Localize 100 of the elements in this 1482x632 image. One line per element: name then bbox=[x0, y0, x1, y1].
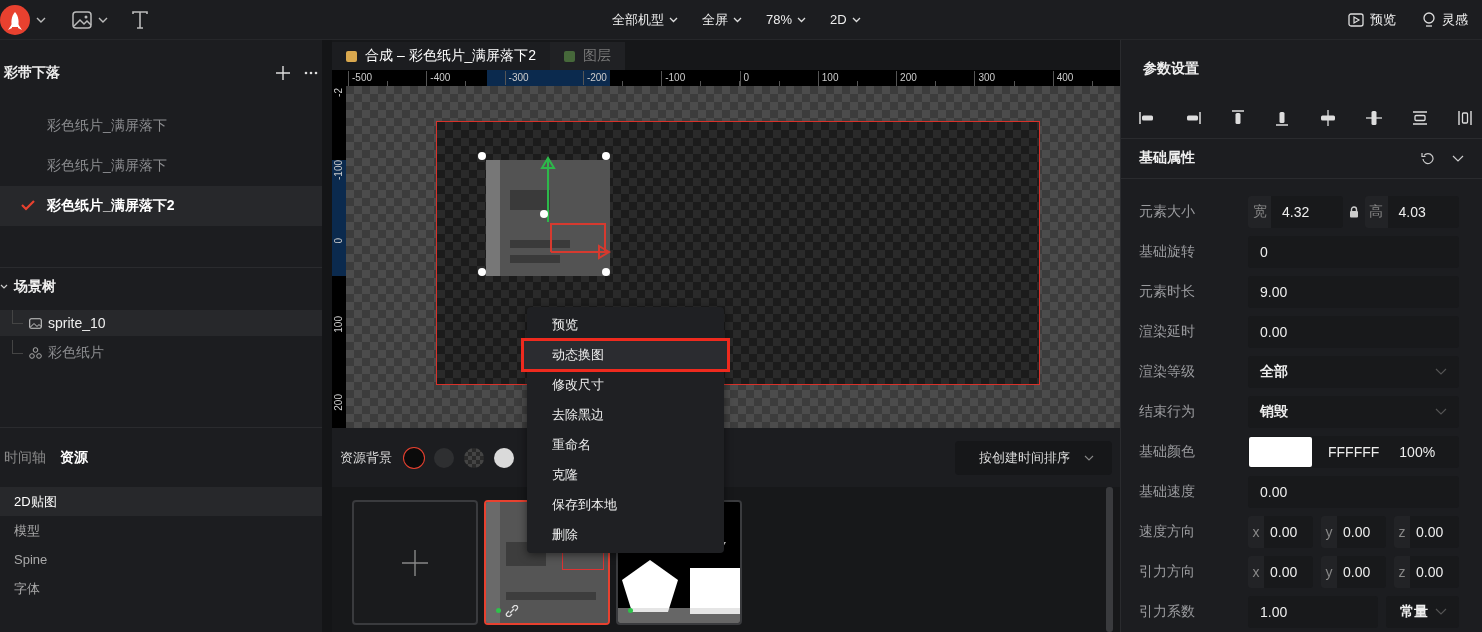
ruler-label: 0 bbox=[739, 71, 750, 85]
align-right-icon[interactable] bbox=[1185, 110, 1202, 125]
caret-icon[interactable] bbox=[98, 16, 108, 23]
align-middle-icon[interactable] bbox=[1319, 109, 1336, 126]
toolbar-dropdown[interactable]: 全屏 bbox=[702, 10, 742, 29]
color-field[interactable]: FFFFFF 100% bbox=[1248, 436, 1459, 468]
select-field[interactable]: 全部 bbox=[1248, 356, 1459, 388]
rocket-logo[interactable] bbox=[0, 4, 30, 35]
section-title: 基础属性 bbox=[1139, 149, 1196, 168]
vector-field[interactable]: y 0.00 bbox=[1321, 516, 1386, 548]
scene-item[interactable]: 彩色纸片_满屏落下2 bbox=[0, 186, 322, 226]
distribute-horizontal-icon[interactable] bbox=[1458, 109, 1472, 126]
number-field[interactable]: 0.00 bbox=[1248, 316, 1459, 348]
scene-item[interactable]: 彩色纸片_满屏落下 bbox=[0, 106, 322, 146]
reset-icon[interactable] bbox=[1421, 151, 1434, 165]
play-icon bbox=[1348, 12, 1364, 27]
caret-icon bbox=[1435, 368, 1447, 376]
ruler-label: 0 bbox=[333, 238, 345, 244]
add-icon[interactable] bbox=[276, 66, 290, 80]
lock-icon[interactable] bbox=[1348, 206, 1359, 218]
asset-type-item[interactable]: Spine bbox=[0, 545, 322, 574]
tree-node[interactable]: sprite_10 bbox=[0, 310, 322, 336]
height-field[interactable]: 高 4.03 bbox=[1364, 196, 1459, 228]
ruler-label: -400 bbox=[426, 71, 451, 85]
number-field[interactable]: 0.00 bbox=[1248, 476, 1459, 508]
image-icon bbox=[29, 317, 42, 329]
lightbulb-icon bbox=[1422, 11, 1436, 28]
mode-dropdown[interactable]: 常量 bbox=[1386, 596, 1459, 628]
menu-item[interactable]: 克隆 bbox=[527, 460, 724, 490]
caret-icon[interactable] bbox=[36, 16, 46, 23]
ruler-label: -300 bbox=[504, 71, 529, 85]
number-field[interactable]: 9.00 bbox=[1248, 276, 1459, 308]
vector-field[interactable]: x 0.00 bbox=[1248, 556, 1313, 588]
caret-icon bbox=[1084, 454, 1094, 461]
scrollbar[interactable] bbox=[1106, 487, 1113, 632]
align-left-icon[interactable] bbox=[1139, 110, 1155, 125]
panel-title: 彩带下落 bbox=[4, 64, 61, 82]
menu-item[interactable]: 去除黑边 bbox=[527, 400, 724, 430]
asset-type-item[interactable]: 字体 bbox=[0, 574, 322, 603]
selection-handle[interactable] bbox=[540, 210, 548, 218]
menu-item[interactable]: 动态换图 bbox=[523, 340, 728, 370]
image-icon[interactable] bbox=[72, 10, 92, 29]
tree-node[interactable]: 彩色纸片 bbox=[0, 340, 322, 366]
align-bottom-icon[interactable] bbox=[1275, 109, 1290, 126]
number-field[interactable]: 0 bbox=[1248, 236, 1459, 268]
text-tool-icon[interactable] bbox=[132, 10, 148, 29]
caret-icon bbox=[733, 16, 742, 23]
scene-item[interactable]: 彩色纸片_满屏落下 bbox=[0, 146, 322, 186]
editor-tab[interactable]: 图层 bbox=[550, 42, 626, 70]
selection-handle[interactable] bbox=[602, 152, 610, 160]
chevron-icon[interactable] bbox=[0, 284, 8, 290]
align-center-icon[interactable] bbox=[1365, 109, 1382, 126]
vector-field[interactable]: x 0.00 bbox=[1248, 516, 1313, 548]
panel-tab[interactable]: 时间轴 bbox=[4, 448, 46, 467]
property-label: 元素大小 bbox=[1139, 203, 1196, 221]
toolbar-action[interactable]: 灵感 bbox=[1422, 10, 1468, 29]
ruler-label: 100 bbox=[333, 316, 345, 333]
background-label: 资源背景 bbox=[340, 448, 392, 467]
menu-item[interactable]: 修改尺寸 bbox=[527, 370, 724, 400]
panel-title: 参数设置 bbox=[1143, 60, 1199, 79]
toolbar-dropdown[interactable]: 2D bbox=[830, 10, 861, 29]
ruler-label: -2 bbox=[333, 88, 345, 97]
chevron-icon[interactable] bbox=[1452, 154, 1464, 162]
y-axis-arrow[interactable] bbox=[540, 156, 556, 223]
more-icon[interactable] bbox=[304, 71, 318, 75]
background-swatch[interactable] bbox=[464, 447, 484, 468]
asset-type-item[interactable]: 模型 bbox=[0, 516, 322, 545]
align-top-icon[interactable] bbox=[1231, 109, 1246, 126]
number-field[interactable]: 1.00 bbox=[1248, 596, 1378, 628]
distribute-vertical-icon[interactable] bbox=[1411, 110, 1428, 125]
background-swatch[interactable] bbox=[494, 447, 514, 468]
property-label: 引力系数 bbox=[1139, 603, 1196, 621]
selection-handle[interactable] bbox=[602, 268, 610, 276]
menu-item[interactable]: 删除 bbox=[527, 520, 724, 550]
sort-dropdown[interactable]: 按创建时间排序 bbox=[955, 440, 1112, 475]
property-label: 引力方向 bbox=[1139, 563, 1196, 581]
menu-item[interactable]: 预览 bbox=[527, 310, 724, 340]
vector-field[interactable]: y 0.00 bbox=[1321, 556, 1386, 588]
width-field[interactable]: 宽 4.32 bbox=[1248, 196, 1343, 228]
toolbar-dropdown[interactable]: 全部机型 bbox=[612, 10, 678, 29]
caret-icon bbox=[669, 16, 678, 23]
panel-tab[interactable]: 资源 bbox=[60, 448, 88, 467]
property-label: 渲染等级 bbox=[1139, 363, 1196, 381]
selection-handle[interactable] bbox=[478, 152, 486, 160]
property-label: 基础旋转 bbox=[1139, 243, 1196, 261]
ruler-label: -100 bbox=[333, 160, 345, 180]
ruler-label: -100 bbox=[661, 71, 686, 85]
selection-handle[interactable] bbox=[478, 268, 486, 276]
toolbar-dropdown[interactable]: 78% bbox=[766, 10, 807, 29]
property-label: 基础速度 bbox=[1139, 483, 1196, 501]
asset-type-item[interactable]: 2D贴图 bbox=[0, 487, 322, 516]
toolbar-action[interactable]: 预览 bbox=[1348, 10, 1396, 29]
menu-item[interactable]: 保存到本地 bbox=[527, 490, 724, 520]
vector-field[interactable]: z 0.00 bbox=[1394, 556, 1459, 588]
menu-item[interactable]: 重命名 bbox=[527, 430, 724, 460]
ruler-label: 200 bbox=[333, 394, 345, 411]
background-swatch[interactable] bbox=[404, 447, 424, 468]
vector-field[interactable]: z 0.00 bbox=[1394, 516, 1459, 548]
editor-tab[interactable]: 合成 – 彩色纸片_满屏落下2 bbox=[332, 42, 551, 70]
select-field[interactable]: 销毁 bbox=[1248, 396, 1459, 428]
